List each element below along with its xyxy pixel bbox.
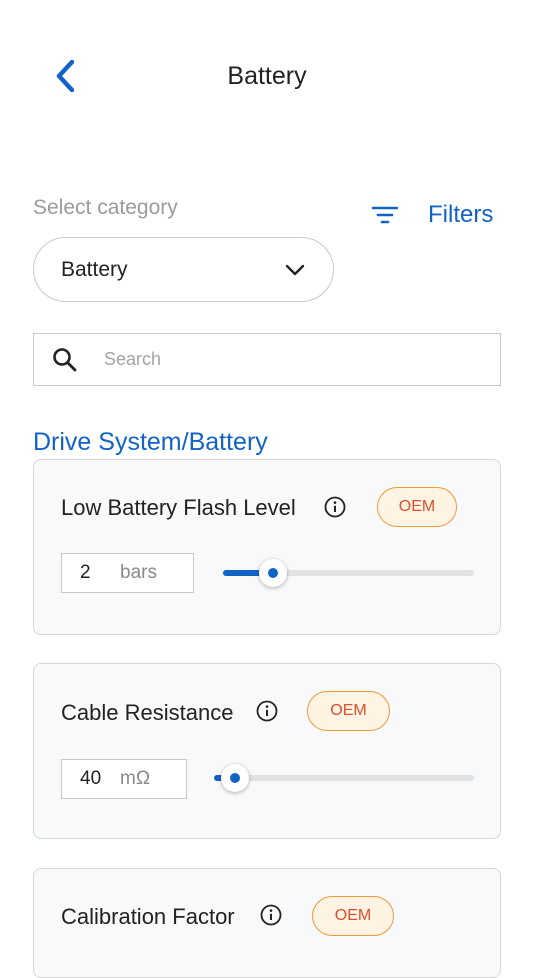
category-select[interactable]: Battery (33, 237, 334, 302)
parameter-title: Cable Resistance (61, 700, 234, 725)
slider-thumb[interactable] (259, 559, 288, 587)
filter-lines-icon (372, 206, 398, 224)
value-slider[interactable] (214, 763, 474, 793)
section-title: Drive System/Battery (33, 428, 268, 456)
parameter-title: Calibration Factor (61, 904, 235, 929)
oem-badge[interactable]: OEM (377, 487, 457, 527)
parameter-title: Low Battery Flash Level (61, 495, 296, 520)
filters-label: Filters (428, 201, 494, 228)
unit-label: bars (120, 562, 157, 583)
search-input[interactable] (102, 348, 446, 371)
category-label: Select category (33, 196, 178, 219)
parameter-card-calibration-factor: Calibration Factor OEM (33, 868, 501, 978)
oem-badge[interactable]: OEM (307, 691, 390, 731)
slider-thumb[interactable] (220, 764, 249, 792)
chevron-down-icon (285, 264, 305, 275)
category-selected-value: Battery (61, 257, 128, 281)
info-circle-icon[interactable] (324, 496, 346, 518)
unit-label: mΩ (120, 768, 151, 789)
value-input[interactable] (80, 562, 120, 584)
page-title: Battery (227, 62, 307, 90)
oem-badge[interactable]: OEM (312, 896, 394, 936)
info-circle-icon[interactable] (260, 904, 282, 926)
slider-track (214, 775, 474, 781)
parameter-card-cable-resistance: Cable Resistance OEM mΩ (33, 663, 501, 839)
filters-button[interactable]: Filters (368, 198, 493, 232)
value-slider[interactable] (223, 558, 474, 588)
search-bar[interactable] (33, 333, 501, 386)
value-field[interactable]: mΩ (61, 759, 187, 799)
parameter-card-low-battery-flash-level: Low Battery Flash Level OEM bars (33, 459, 501, 635)
value-input[interactable] (80, 768, 120, 790)
search-icon (53, 347, 77, 371)
info-circle-icon[interactable] (256, 700, 278, 722)
value-field[interactable]: bars (61, 553, 194, 593)
